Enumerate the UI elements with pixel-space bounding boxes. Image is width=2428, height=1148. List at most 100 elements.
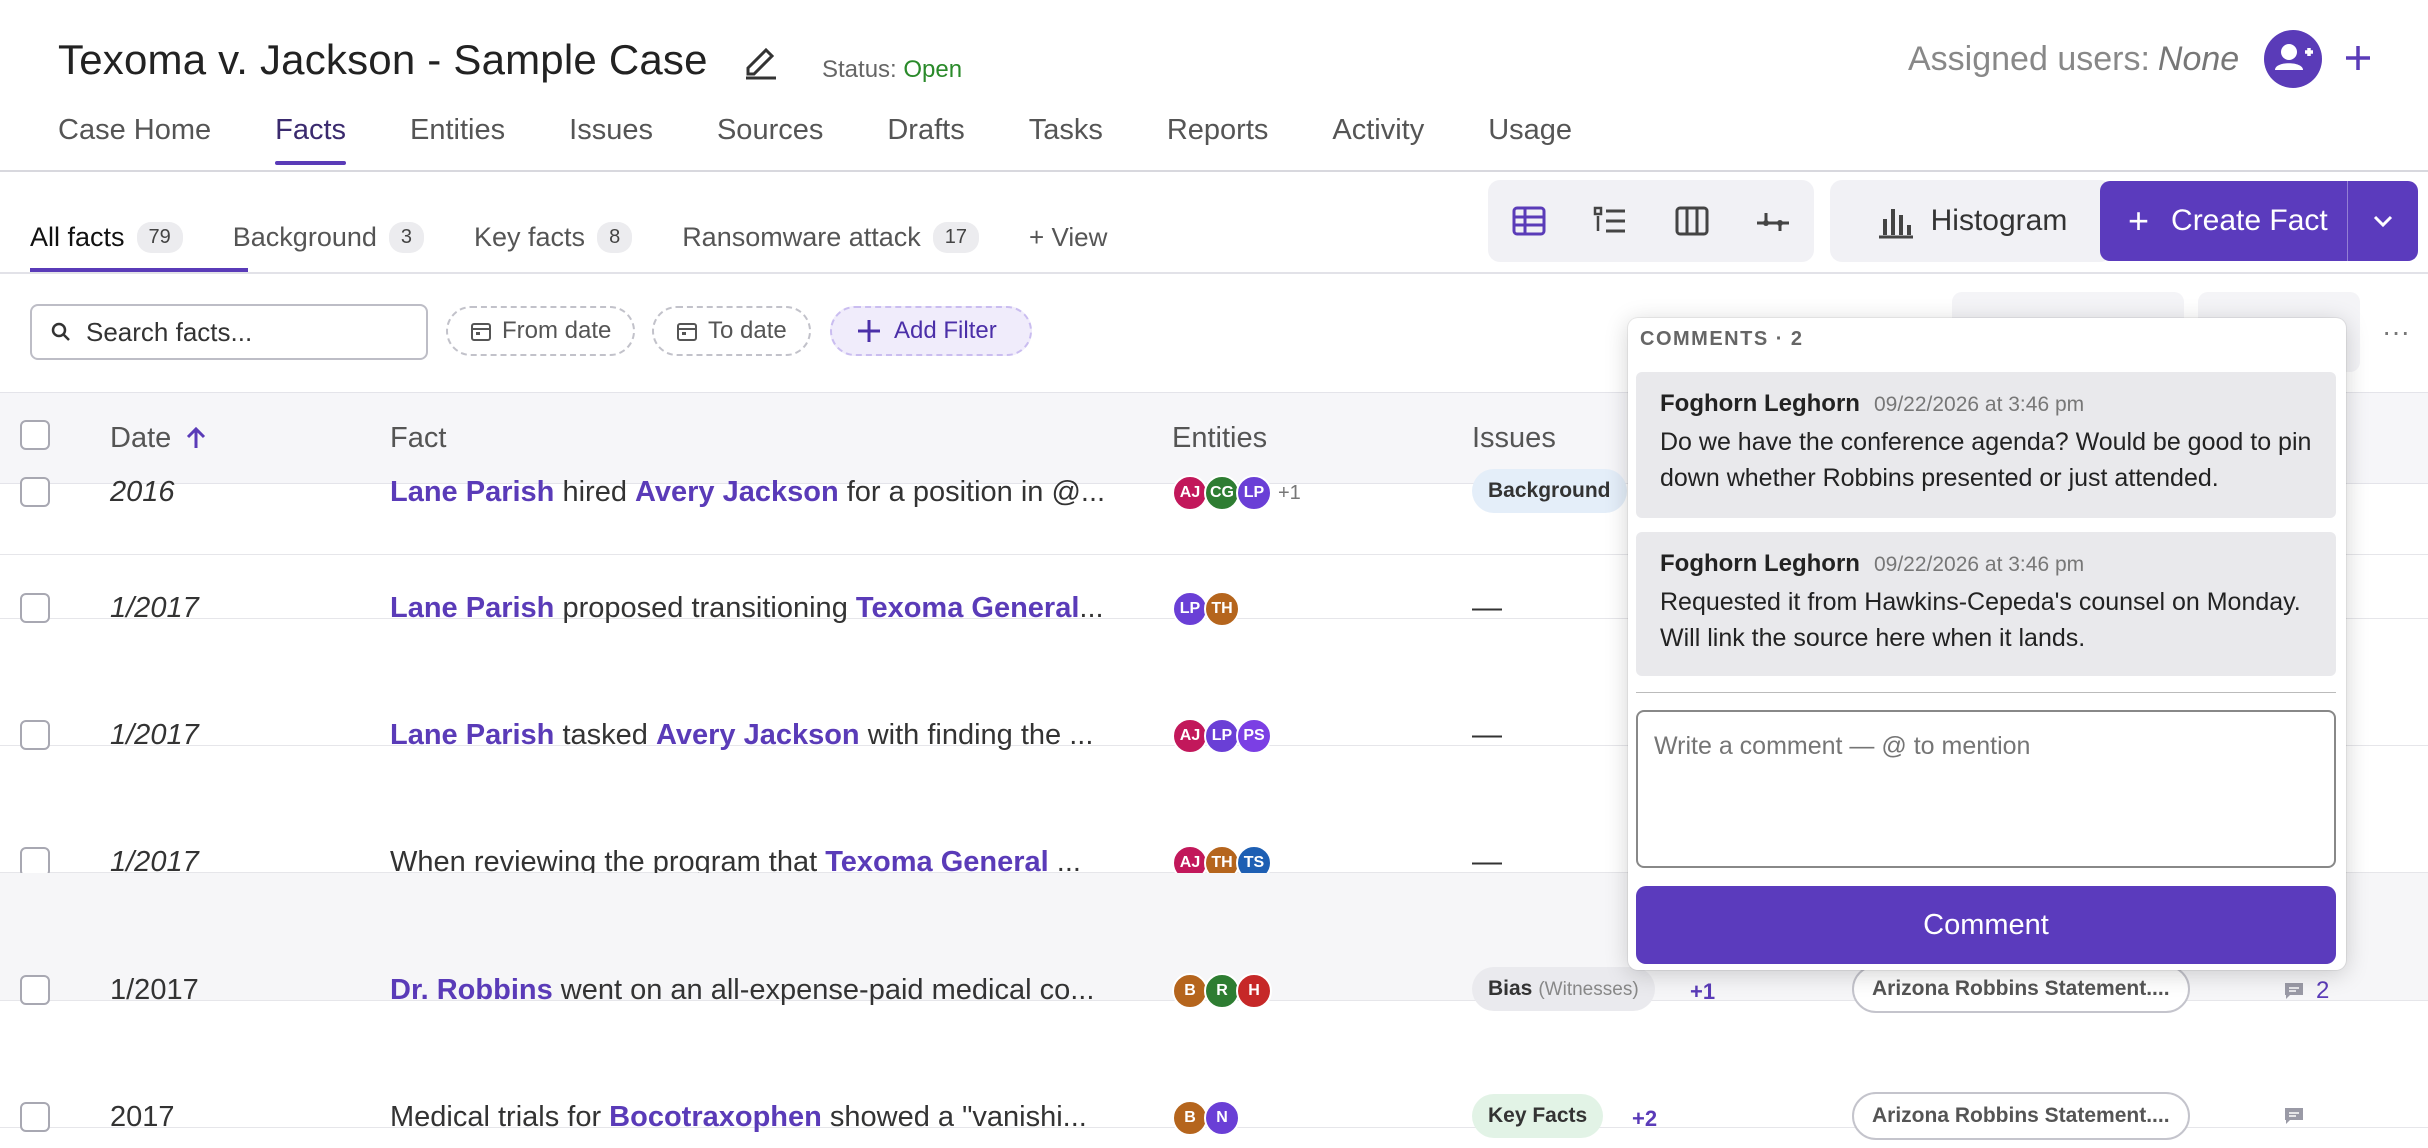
column-header-entities[interactable]: Entities (1172, 422, 1267, 455)
status-text: Status: Open (822, 56, 962, 84)
nav-divider (0, 170, 2428, 172)
avatar[interactable]: B (1172, 1100, 1208, 1136)
view-count: 79 (136, 222, 183, 253)
column-header-fact[interactable]: Fact (390, 422, 446, 455)
comment-item: Foghorn Leghorn 09/22/2026 at 3:46 pm Do … (1636, 372, 2336, 518)
entity-link[interactable]: Bocotraxophen (609, 1101, 822, 1133)
from-date-filter[interactable]: From date (446, 306, 636, 356)
issue-label: Key Facts (1488, 1104, 1588, 1127)
to-date-label: To date (708, 317, 787, 344)
comment-timestamp: 09/22/2026 at 3:46 pm (1873, 553, 2085, 576)
columns-icon[interactable] (1672, 201, 1712, 241)
tab-usage[interactable]: Usage (1488, 114, 1572, 165)
view-count: 3 (388, 222, 425, 253)
plus-icon: + (2128, 200, 2150, 241)
create-fact-label: Create Fact (2171, 204, 2328, 237)
more-options-icon[interactable]: ··· (2382, 316, 2410, 348)
tab-issues[interactable]: Issues (569, 114, 653, 165)
search-placeholder: Search facts... (86, 316, 253, 347)
search-input[interactable]: Search facts... (30, 304, 428, 360)
issue-tag[interactable]: Key Facts (1472, 1094, 1604, 1138)
bar-chart-icon (1878, 209, 1913, 239)
comment-text: Requested it from Hawkins-Cepeda's couns… (1660, 588, 2301, 652)
comments-popover: COMMENTS · 2 Foghorn Leghorn 09/22/2026 a… (1628, 318, 2346, 970)
view-all-facts[interactable]: All facts 79 (30, 222, 183, 253)
chevron-down-icon (2373, 215, 2393, 228)
tab-entities[interactable]: Entities (410, 114, 505, 165)
histogram-label: Histogram (1930, 204, 2068, 237)
view-label: All facts (30, 222, 125, 252)
arrow-up-icon (187, 426, 206, 448)
view-label: Key facts (474, 222, 586, 252)
status-badge: Open (903, 56, 963, 83)
assigned-value: None (2157, 40, 2240, 78)
select-all-checkbox[interactable] (20, 420, 50, 450)
comments-indicator[interactable] (2282, 1104, 2316, 1128)
comment-input[interactable] (1636, 710, 2336, 868)
issue-label: Bias (1488, 977, 1533, 1000)
view-count: 17 (932, 222, 980, 253)
view-count: 8 (597, 222, 633, 253)
create-fact-dropdown[interactable] (2347, 181, 2418, 261)
view-mode-toolbar (1488, 180, 1814, 262)
histogram-button[interactable]: Histogram (1830, 180, 2112, 262)
view-ransomware-attack[interactable]: Ransomware attack 17 (682, 222, 980, 253)
tab-drafts[interactable]: Drafts (887, 114, 964, 165)
comment-item: Foghorn Leghorn 09/22/2026 at 3:46 pm Req… (1636, 532, 2336, 676)
create-fact-button[interactable]: + Create Fact (2100, 181, 2418, 261)
timeline-icon[interactable] (1753, 201, 1793, 241)
plus-icon (858, 320, 880, 342)
add-filter-label: Add Filter (894, 317, 997, 344)
row-checkbox[interactable] (20, 1102, 50, 1132)
from-date-label: From date (502, 317, 612, 344)
comment-author: Foghorn Leghorn (1660, 390, 1860, 417)
tab-case-home[interactable]: Case Home (58, 114, 211, 165)
comment-submit-button[interactable]: Comment (1636, 886, 2336, 964)
status-label: Status: (822, 56, 897, 83)
main-nav: Case Home Facts Entities Issues Sources … (58, 114, 1636, 165)
comment-author: Foghorn Leghorn (1660, 550, 1860, 577)
pencil-icon[interactable] (742, 40, 778, 80)
comment-text: Do we have the conference agenda? Would … (1660, 428, 2312, 492)
view-tabs: All facts 79 Background 3 Key facts 8 Ranso… (30, 222, 1107, 253)
table-icon[interactable] (1509, 201, 1549, 241)
view-label: Ransomware attack (682, 222, 921, 252)
add-view-button[interactable]: + View (1029, 222, 1107, 253)
views-divider (0, 272, 2428, 274)
view-background[interactable]: Background 3 (232, 222, 425, 253)
calendar-icon (677, 323, 697, 341)
fact-segment: showed a "vanishi... (821, 1101, 1087, 1133)
view-label: Background (232, 222, 377, 252)
view-key-facts[interactable]: Key facts 8 (474, 222, 633, 253)
plus-icon[interactable] (2336, 36, 2380, 80)
assigned-label: Assigned users: (1908, 40, 2150, 78)
tab-activity[interactable]: Activity (1332, 114, 1424, 165)
comments-divider (1636, 692, 2336, 693)
column-label: Date (110, 422, 172, 454)
comments-header: COMMENTS · 2 (1640, 328, 1804, 350)
tab-sources[interactable]: Sources (717, 114, 823, 165)
entity-avatars: BN (1172, 1100, 1240, 1136)
comment-icon (2285, 1108, 2303, 1124)
add-filter-button[interactable]: Add Filter (830, 306, 1032, 356)
more-issues-count[interactable]: +2 (1632, 1106, 1657, 1132)
add-user-button[interactable] (2264, 30, 2322, 88)
fact-text[interactable]: Medical trials for Bocotraxophen showed … (390, 1101, 1087, 1134)
search-icon (51, 322, 70, 341)
fact-date: 2017 (110, 1101, 175, 1133)
person-add-icon (2275, 44, 2313, 70)
comment-timestamp: 09/22/2026 at 3:46 pm (1873, 393, 2085, 416)
issue-sublabel: (Witnesses) (1538, 979, 1639, 1000)
list-icon[interactable] (1590, 201, 1630, 241)
column-header-date[interactable]: Date (110, 422, 207, 455)
tab-tasks[interactable]: Tasks (1029, 114, 1103, 165)
tab-reports[interactable]: Reports (1167, 114, 1269, 165)
calendar-icon (471, 323, 491, 341)
source-tag[interactable]: Arizona Robbins Statement.... (1852, 1092, 2190, 1140)
tab-facts[interactable]: Facts (275, 114, 346, 165)
case-title: Texoma v. Jackson - Sample Case (58, 36, 708, 83)
column-header-issues[interactable]: Issues (1472, 422, 1556, 455)
to-date-filter[interactable]: To date (652, 306, 811, 356)
assigned-users: Assigned users: None (1908, 40, 2239, 79)
avatar[interactable]: N (1204, 1100, 1240, 1136)
